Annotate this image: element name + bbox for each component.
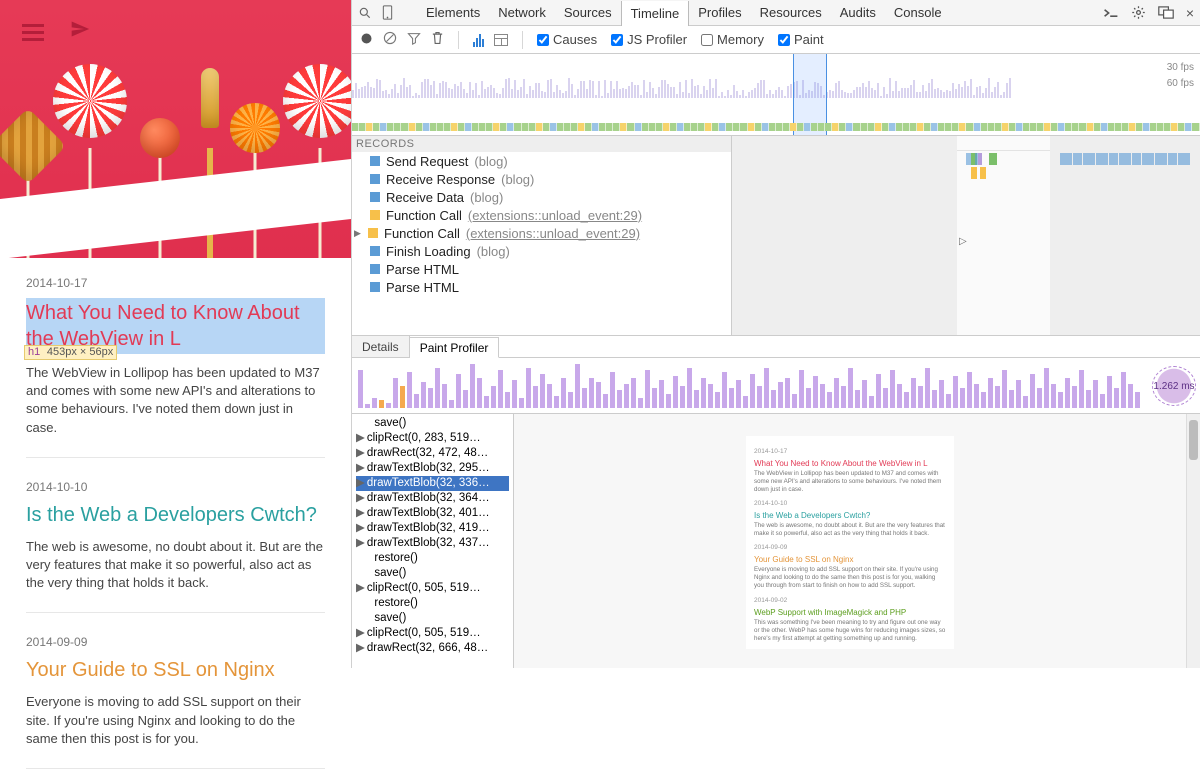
- paint-command[interactable]: ▶drawTextBlob(32, 364…: [356, 491, 509, 506]
- paint-profiler-chart[interactable]: 1.262 ms: [352, 358, 1200, 414]
- view-bars-icon[interactable]: [473, 33, 484, 47]
- post-title[interactable]: Your Guide to SSL on Nginx: [26, 657, 325, 683]
- tab-resources[interactable]: Resources: [751, 0, 831, 26]
- paint-command[interactable]: ▶drawTextBlob(32, 437…: [356, 536, 509, 551]
- blog-post: 2014-10-10 Is the Web a Developers Cwtch?…: [26, 472, 325, 614]
- post-body: The WebView in Lollipop has been updated…: [26, 364, 325, 437]
- devtools: ElementsNetworkSourcesTimelineProfilesRe…: [351, 0, 1200, 668]
- paint-commands[interactable]: save()▶clipRect(0, 283, 519…▶drawRect(32…: [352, 414, 514, 668]
- tab-elements[interactable]: Elements: [417, 0, 489, 26]
- dock-icon[interactable]: [1158, 6, 1174, 19]
- post-body: Everyone is moving to add SSL support on…: [26, 693, 325, 748]
- paint-command[interactable]: restore(): [356, 551, 509, 566]
- chk-paint[interactable]: Paint: [778, 32, 824, 47]
- paint-command[interactable]: ▶drawTextBlob(32, 295…: [356, 461, 509, 476]
- lollipop-illustration: [0, 0, 351, 258]
- fps-overview[interactable]: 30 fps60 fps: [352, 54, 1200, 136]
- post-date: 2014-09-09: [26, 635, 325, 649]
- timeline-toolbar: Causes JS Profiler Memory Paint: [352, 26, 1200, 54]
- fps-60-label: 60 fps: [1167, 76, 1194, 92]
- blog-post: 2014-10-17What You Need to Know About th…: [26, 268, 325, 458]
- post-title[interactable]: Is the Web a Developers Cwtch?: [26, 502, 325, 528]
- filter-icon[interactable]: [407, 32, 421, 48]
- chk-jsprofiler[interactable]: JS Profiler: [611, 32, 687, 47]
- close-icon[interactable]: ×: [1186, 5, 1194, 21]
- paint-command[interactable]: ▶drawTextBlob(32, 401…: [356, 506, 509, 521]
- devtools-header: ElementsNetworkSourcesTimelineProfilesRe…: [352, 0, 1200, 26]
- flame-chart[interactable]: ▷: [732, 136, 1200, 335]
- view-flame-icon[interactable]: [494, 34, 508, 46]
- record-row[interactable]: Function Call (extensions::unload_event:…: [352, 206, 731, 224]
- drawer-icon[interactable]: [1103, 7, 1119, 19]
- blog-post: 2014-09-09 Your Guide to SSL on Nginx Ever…: [26, 627, 325, 769]
- tab-profiles[interactable]: Profiles: [689, 0, 750, 26]
- paint-command[interactable]: ▶drawTextBlob(32, 419…: [356, 521, 509, 536]
- records-header: RECORDS: [352, 136, 731, 152]
- subtab-paint-profiler[interactable]: Paint Profiler: [410, 337, 500, 358]
- record-row[interactable]: Parse HTML: [352, 260, 731, 278]
- tab-audits[interactable]: Audits: [831, 0, 885, 26]
- post-body: The web is awesome, no doubt about it. B…: [26, 538, 325, 593]
- paint-command[interactable]: save(): [356, 611, 509, 626]
- tab-sources[interactable]: Sources: [555, 0, 621, 26]
- record-row[interactable]: ▶Function Call (extensions::unload_event…: [352, 224, 731, 242]
- record-row[interactable]: Send Request (blog): [352, 152, 731, 170]
- subtab-details[interactable]: Details: [352, 336, 410, 357]
- paint-command[interactable]: ▶drawRect(32, 472, 48…: [356, 446, 509, 461]
- record-icon[interactable]: [360, 32, 373, 48]
- hero: [0, 0, 351, 258]
- element-inspector-tooltip: h1 453px × 56px: [24, 345, 117, 360]
- post-date: 2014-10-17: [26, 276, 325, 290]
- record-row[interactable]: Receive Response (blog): [352, 170, 731, 188]
- device-icon[interactable]: [382, 5, 393, 20]
- records-panel: RECORDS Send Request (blog)Receive Respo…: [352, 136, 732, 335]
- clear-icon[interactable]: [383, 31, 397, 48]
- profiler-total-badge: 1.262 ms: [1152, 366, 1196, 406]
- chk-causes[interactable]: Causes: [537, 32, 597, 47]
- trash-icon[interactable]: [431, 31, 444, 48]
- record-row[interactable]: Parse HTML: [352, 278, 731, 296]
- paint-command[interactable]: ▶clipRect(0, 505, 519…: [356, 581, 509, 596]
- paint-command[interactable]: ▶drawTextBlob(32, 336…: [356, 476, 509, 491]
- paint-command[interactable]: ▶clipRect(0, 505, 519…: [356, 626, 509, 641]
- chk-memory[interactable]: Memory: [701, 32, 764, 47]
- search-icon[interactable]: [358, 6, 372, 20]
- fps-30-label: 30 fps: [1167, 60, 1194, 76]
- play-caret-icon: ▷: [959, 236, 967, 247]
- paint-command[interactable]: ▶drawRect(32, 666, 48…: [356, 641, 509, 656]
- record-row[interactable]: Finish Loading (blog): [352, 242, 731, 260]
- tab-console[interactable]: Console: [885, 0, 951, 26]
- gear-icon[interactable]: [1131, 5, 1146, 20]
- post-date: 2014-10-10: [26, 480, 325, 494]
- paint-preview: 2014-10-17What You Need to Know About th…: [514, 414, 1186, 668]
- detail-tabs: DetailsPaint Profiler: [352, 336, 1200, 358]
- paint-command[interactable]: save(): [356, 416, 509, 431]
- tab-network[interactable]: Network: [489, 0, 555, 26]
- blog-content: 2014-10-17What You Need to Know About th…: [0, 258, 351, 769]
- paint-command[interactable]: save(): [356, 566, 509, 581]
- paint-command[interactable]: restore(): [356, 596, 509, 611]
- tab-timeline[interactable]: Timeline: [621, 1, 690, 26]
- paint-command[interactable]: ▶clipRect(0, 283, 519…: [356, 431, 509, 446]
- scrollbar[interactable]: [1186, 414, 1200, 668]
- record-row[interactable]: Receive Data (blog): [352, 188, 731, 206]
